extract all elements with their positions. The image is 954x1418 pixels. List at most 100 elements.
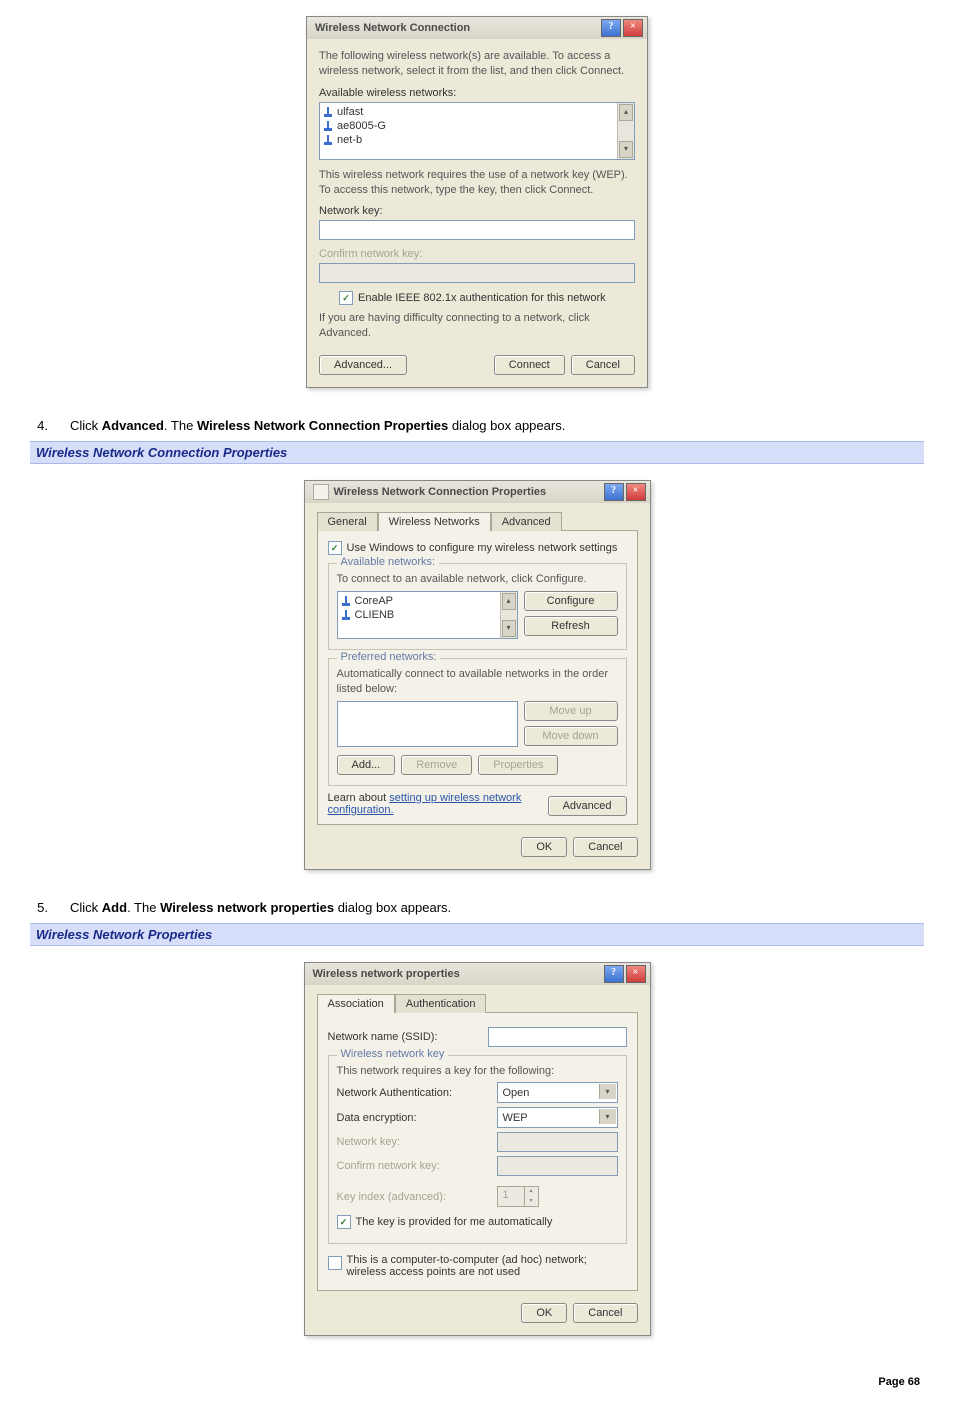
scroll-up-icon[interactable]: ▴: [619, 104, 633, 121]
scrollbar[interactable]: ▴ ▾: [500, 592, 517, 638]
tab-association[interactable]: Association: [317, 994, 395, 1013]
tab-authentication[interactable]: Authentication: [395, 994, 487, 1013]
preferred-list[interactable]: [337, 701, 518, 747]
help-button[interactable]: ?: [601, 19, 621, 37]
network-properties-dialog: Wireless network properties ? × Associat…: [304, 962, 651, 1337]
ok-button[interactable]: OK: [521, 837, 567, 857]
connection-properties-dialog: Wireless Network Connection Properties ?…: [304, 480, 651, 870]
step-text: Click Add. The Wireless network properti…: [70, 900, 451, 915]
page-footer: Page 68: [30, 1376, 924, 1388]
use-windows-checkbox[interactable]: ✓: [328, 541, 342, 555]
close-button[interactable]: ×: [626, 965, 646, 983]
antenna-icon: [324, 135, 332, 145]
scroll-down-icon[interactable]: ▾: [502, 620, 516, 637]
advanced-button[interactable]: Advanced: [548, 796, 627, 816]
available-list[interactable]: CoreAP CLIENB ▴ ▾: [337, 591, 518, 639]
available-networks-label: Available wireless networks:: [319, 87, 635, 99]
properties-button: Properties: [478, 755, 558, 775]
remove-button: Remove: [401, 755, 472, 775]
dialog-title: Wireless network properties: [313, 968, 602, 980]
ieee-checkbox[interactable]: ✓: [339, 291, 353, 305]
network-item[interactable]: ulfast: [320, 105, 617, 119]
add-button[interactable]: Add...: [337, 755, 396, 775]
move-up-button: Move up: [524, 701, 618, 721]
advanced-button[interactable]: Advanced...: [319, 355, 407, 375]
antenna-icon: [342, 596, 350, 606]
titlebar: Wireless Network Connection Properties ?…: [305, 481, 650, 503]
configure-button[interactable]: Configure: [524, 591, 618, 611]
confirm-key-label: Confirm network key:: [319, 248, 635, 260]
net-key-label: Network key:: [337, 1136, 487, 1148]
key-index-label: Key index (advanced):: [337, 1191, 487, 1203]
network-item[interactable]: net-b: [320, 133, 617, 147]
tab-advanced[interactable]: Advanced: [491, 512, 562, 531]
data-enc-label: Data encryption:: [337, 1112, 487, 1124]
titlebar: Wireless Network Connection ? ×: [307, 17, 647, 39]
tab-strip: Association Authentication: [317, 993, 638, 1013]
preferred-legend: Preferred networks:: [337, 651, 441, 663]
spin-down-icon: ▾: [524, 1197, 538, 1207]
confirm-key-input: [319, 263, 635, 283]
available-legend: Available networks:: [337, 556, 440, 568]
antenna-icon: [324, 107, 332, 117]
scroll-down-icon[interactable]: ▾: [619, 141, 633, 158]
titlebar: Wireless network properties ? ×: [305, 963, 650, 985]
help-button[interactable]: ?: [604, 483, 624, 501]
spin-up-icon: ▴: [524, 1187, 538, 1197]
step-text: Click Advanced. The Wireless Network Con…: [70, 418, 565, 433]
step-5: 5. Click Add. The Wireless network prope…: [30, 900, 924, 915]
net-key-input: [497, 1132, 618, 1152]
confirm-key-label: Confirm network key:: [337, 1160, 487, 1172]
ssid-input[interactable]: [488, 1027, 627, 1047]
intro-text: The following wireless network(s) are av…: [319, 49, 635, 79]
chevron-down-icon: ▾: [599, 1109, 616, 1124]
network-item[interactable]: ae8005-G: [320, 119, 617, 133]
antenna-icon: [324, 121, 332, 131]
connect-button[interactable]: Connect: [494, 355, 565, 375]
available-networks-list[interactable]: ulfast ae8005-G net-b ▴ ▾: [319, 102, 635, 160]
wep-text: This wireless network requires the use o…: [319, 168, 635, 198]
dialog-title: Wireless Network Connection: [315, 22, 599, 34]
adhoc-label: This is a computer-to-computer (ad hoc) …: [347, 1254, 627, 1278]
network-item[interactable]: CLIENB: [338, 608, 500, 622]
network-item[interactable]: CoreAP: [338, 594, 500, 608]
net-auth-select[interactable]: Open ▾: [497, 1082, 618, 1103]
net-auth-label: Network Authentication:: [337, 1087, 487, 1099]
tab-wireless-networks[interactable]: Wireless Networks: [378, 512, 491, 531]
available-text: To connect to an available network, clic…: [337, 572, 618, 587]
cancel-button[interactable]: Cancel: [571, 355, 635, 375]
tab-general[interactable]: General: [317, 512, 378, 531]
step-number: 5.: [30, 900, 48, 915]
req-text: This network requires a key for the foll…: [337, 1064, 618, 1079]
auto-key-label: The key is provided for me automatically: [356, 1216, 553, 1228]
confirm-key-input: [497, 1156, 618, 1176]
ieee-label: Enable IEEE 802.1x authentication for th…: [358, 292, 606, 304]
step-4: 4. Click Advanced. The Wireless Network …: [30, 418, 924, 433]
preferred-text: Automatically connect to available netwo…: [337, 667, 618, 697]
cancel-button[interactable]: Cancel: [573, 837, 637, 857]
network-key-input[interactable]: [319, 220, 635, 240]
close-button[interactable]: ×: [626, 483, 646, 501]
wireless-connection-dialog: Wireless Network Connection ? × The foll…: [306, 16, 648, 388]
scroll-up-icon[interactable]: ▴: [502, 593, 516, 610]
close-button[interactable]: ×: [623, 19, 643, 37]
antenna-icon: [342, 610, 350, 620]
wireless-key-legend: Wireless network key: [337, 1048, 449, 1060]
section-heading: Wireless Network Connection Properties: [30, 441, 924, 464]
tab-strip: General Wireless Networks Advanced: [317, 511, 638, 531]
auto-key-checkbox[interactable]: ✓: [337, 1215, 351, 1229]
ssid-label: Network name (SSID):: [328, 1031, 478, 1043]
advanced-hint: If you are having difficulty connecting …: [319, 311, 635, 341]
cancel-button[interactable]: Cancel: [573, 1303, 637, 1323]
chevron-down-icon: ▾: [599, 1084, 616, 1099]
ok-button[interactable]: OK: [521, 1303, 567, 1323]
refresh-button[interactable]: Refresh: [524, 616, 618, 636]
help-button[interactable]: ?: [604, 965, 624, 983]
step-number: 4.: [30, 418, 48, 433]
network-key-label: Network key:: [319, 205, 635, 217]
window-icon: [313, 484, 329, 500]
learn-about-text: Learn about setting up wireless network …: [328, 792, 548, 816]
scrollbar[interactable]: ▴ ▾: [617, 103, 634, 159]
data-enc-select[interactable]: WEP ▾: [497, 1107, 618, 1128]
adhoc-checkbox[interactable]: ✓: [328, 1256, 342, 1270]
